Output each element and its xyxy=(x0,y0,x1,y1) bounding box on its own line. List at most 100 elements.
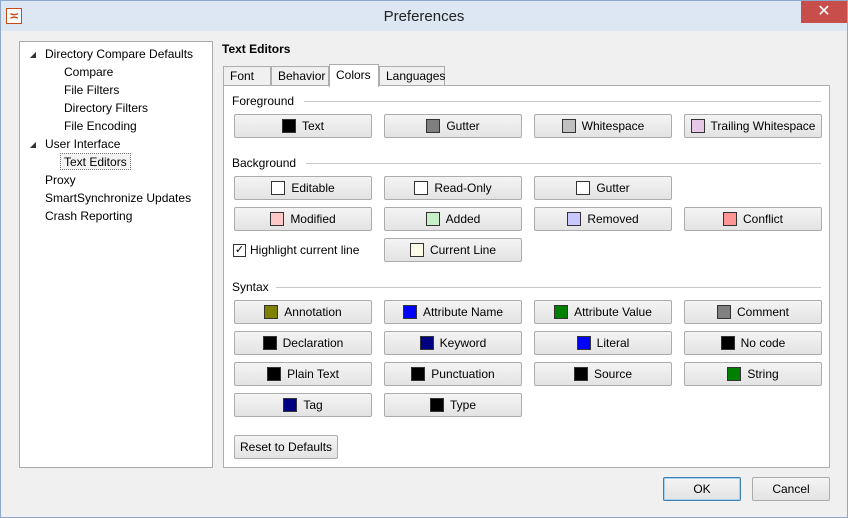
checkbox-check-icon[interactable]: ✓ xyxy=(233,243,246,257)
color-swatch-icon xyxy=(716,305,731,319)
title-bar: ≍ Preferences ✕ xyxy=(1,1,847,31)
background-removed-button[interactable]: Removed xyxy=(534,207,672,231)
color-button-label: Read-Only xyxy=(434,181,492,195)
color-swatch-icon xyxy=(283,398,298,412)
foreground-group-label: Foreground xyxy=(232,94,295,108)
tree-item-smartsynchronize-updates[interactable]: SmartSynchronize Updates xyxy=(45,190,191,207)
color-button-label: Type xyxy=(449,398,476,412)
tree-item-compare[interactable]: Compare xyxy=(64,64,113,81)
color-button-label: Attribute Name xyxy=(422,305,504,319)
syntax-declaration-button[interactable]: Declaration xyxy=(234,331,372,355)
syntax-plain-text-button[interactable]: Plain Text xyxy=(234,362,372,386)
tab-colors[interactable]: Colors xyxy=(329,64,379,87)
color-button-label: String xyxy=(747,367,779,381)
background-divider xyxy=(306,163,821,164)
syntax-attribute-value-button[interactable]: Attribute Value xyxy=(534,300,672,324)
color-button-label: Annotation xyxy=(284,305,342,319)
background-gutter-button[interactable]: Gutter xyxy=(534,176,672,200)
close-button[interactable]: ✕ xyxy=(801,1,847,23)
color-swatch-icon xyxy=(411,367,426,381)
color-swatch-icon xyxy=(270,212,285,226)
foreground-whitespace-button[interactable]: Whitespace xyxy=(534,114,672,138)
syntax-group-label: Syntax xyxy=(232,280,269,294)
syntax-tag-button[interactable]: Tag xyxy=(234,393,372,417)
color-swatch-icon xyxy=(426,119,441,133)
tree-item-text-editors[interactable]: Text Editors xyxy=(60,153,131,170)
collapse-arrow-icon[interactable]: ◢ xyxy=(28,46,38,63)
color-swatch-icon xyxy=(281,119,296,133)
tree-item-crash-reporting[interactable]: Crash Reporting xyxy=(45,208,132,225)
color-swatch-icon xyxy=(271,181,286,195)
syntax-attribute-name-button[interactable]: Attribute Name xyxy=(384,300,522,324)
color-button-label: Attribute Value xyxy=(574,305,652,319)
ok-button[interactable]: OK xyxy=(663,477,741,501)
color-swatch-icon xyxy=(419,336,434,350)
color-button-label: Declaration xyxy=(282,336,344,350)
color-button-label: Conflict xyxy=(742,212,783,226)
colors-panel: Foreground Text Gutter Whitespace Trailing … xyxy=(223,85,830,468)
color-swatch-icon xyxy=(425,212,440,226)
background-current-line-button[interactable]: Current Line xyxy=(384,238,522,262)
color-button-label: No code xyxy=(740,336,786,350)
highlight-current-line-label: Highlight current line xyxy=(250,243,360,257)
color-swatch-icon xyxy=(262,336,277,350)
background-conflict-button[interactable]: Conflict xyxy=(684,207,822,231)
color-swatch-icon xyxy=(554,305,569,319)
color-swatch-icon xyxy=(264,305,279,319)
color-button-label: Keyword xyxy=(439,336,487,350)
syntax-keyword-button[interactable]: Keyword xyxy=(384,331,522,355)
tree-item-user-interface[interactable]: User Interface xyxy=(45,136,120,153)
tree-item-file-encoding[interactable]: File Encoding xyxy=(64,118,137,135)
color-swatch-icon xyxy=(573,367,588,381)
color-button-label: Gutter xyxy=(446,119,480,133)
color-swatch-icon xyxy=(414,181,429,195)
preferences-tree: ◢ Directory Compare Defaults Compare Fil… xyxy=(19,41,213,468)
color-button-label: Whitespace xyxy=(581,119,645,133)
color-button-label: Trailing Whitespace xyxy=(710,119,816,133)
color-swatch-icon xyxy=(429,398,444,412)
section-title: Text Editors xyxy=(222,42,291,56)
syntax-type-button[interactable]: Type xyxy=(384,393,522,417)
color-swatch-icon xyxy=(576,181,591,195)
syntax-source-button[interactable]: Source xyxy=(534,362,672,386)
background-read-only-button[interactable]: Read-Only xyxy=(384,176,522,200)
syntax-no-code-button[interactable]: No code xyxy=(684,331,822,355)
syntax-string-button[interactable]: String xyxy=(684,362,822,386)
tab-languages[interactable]: Languages xyxy=(379,66,445,86)
tree-item-directory-compare-defaults[interactable]: Directory Compare Defaults xyxy=(45,46,193,63)
background-modified-button[interactable]: Modified xyxy=(234,207,372,231)
color-button-label: Gutter xyxy=(596,181,630,195)
foreground-gutter-button[interactable]: Gutter xyxy=(384,114,522,138)
color-swatch-icon xyxy=(720,336,735,350)
tree-item-file-filters[interactable]: File Filters xyxy=(64,82,119,99)
cancel-button[interactable]: Cancel xyxy=(752,477,830,501)
color-button-label: Source xyxy=(593,367,633,381)
tree-item-proxy[interactable]: Proxy xyxy=(45,172,76,189)
syntax-literal-button[interactable]: Literal xyxy=(534,331,672,355)
color-swatch-icon xyxy=(561,119,576,133)
color-swatch-icon xyxy=(690,119,705,133)
syntax-punctuation-button[interactable]: Punctuation xyxy=(384,362,522,386)
syntax-annotation-button[interactable]: Annotation xyxy=(234,300,372,324)
color-swatch-icon xyxy=(402,305,417,319)
color-swatch-icon xyxy=(727,367,742,381)
color-button-label: Comment xyxy=(736,305,789,319)
foreground-trailing-whitespace-button[interactable]: Trailing Whitespace xyxy=(684,114,822,138)
background-added-button[interactable]: Added xyxy=(384,207,522,231)
tab-font[interactable]: Font xyxy=(223,66,271,86)
background-editable-button[interactable]: Editable xyxy=(234,176,372,200)
color-swatch-icon xyxy=(409,243,424,257)
foreground-divider xyxy=(304,101,821,102)
tree-item-directory-filters[interactable]: Directory Filters xyxy=(64,100,148,117)
color-swatch-icon xyxy=(267,367,282,381)
color-button-label: Current Line xyxy=(429,243,497,257)
reset-to-defaults-button[interactable]: Reset to Defaults xyxy=(234,435,339,459)
color-swatch-icon xyxy=(722,212,737,226)
syntax-comment-button[interactable]: Comment xyxy=(684,300,822,324)
tab-behavior[interactable]: Behavior xyxy=(271,66,329,86)
collapse-arrow-icon[interactable]: ◢ xyxy=(28,136,38,153)
color-button-label: Literal xyxy=(596,336,630,350)
foreground-text-button[interactable]: Text xyxy=(234,114,372,138)
highlight-current-line-checkbox[interactable]: ✓ Highlight current line xyxy=(233,243,359,257)
window-title: Preferences xyxy=(383,8,465,25)
